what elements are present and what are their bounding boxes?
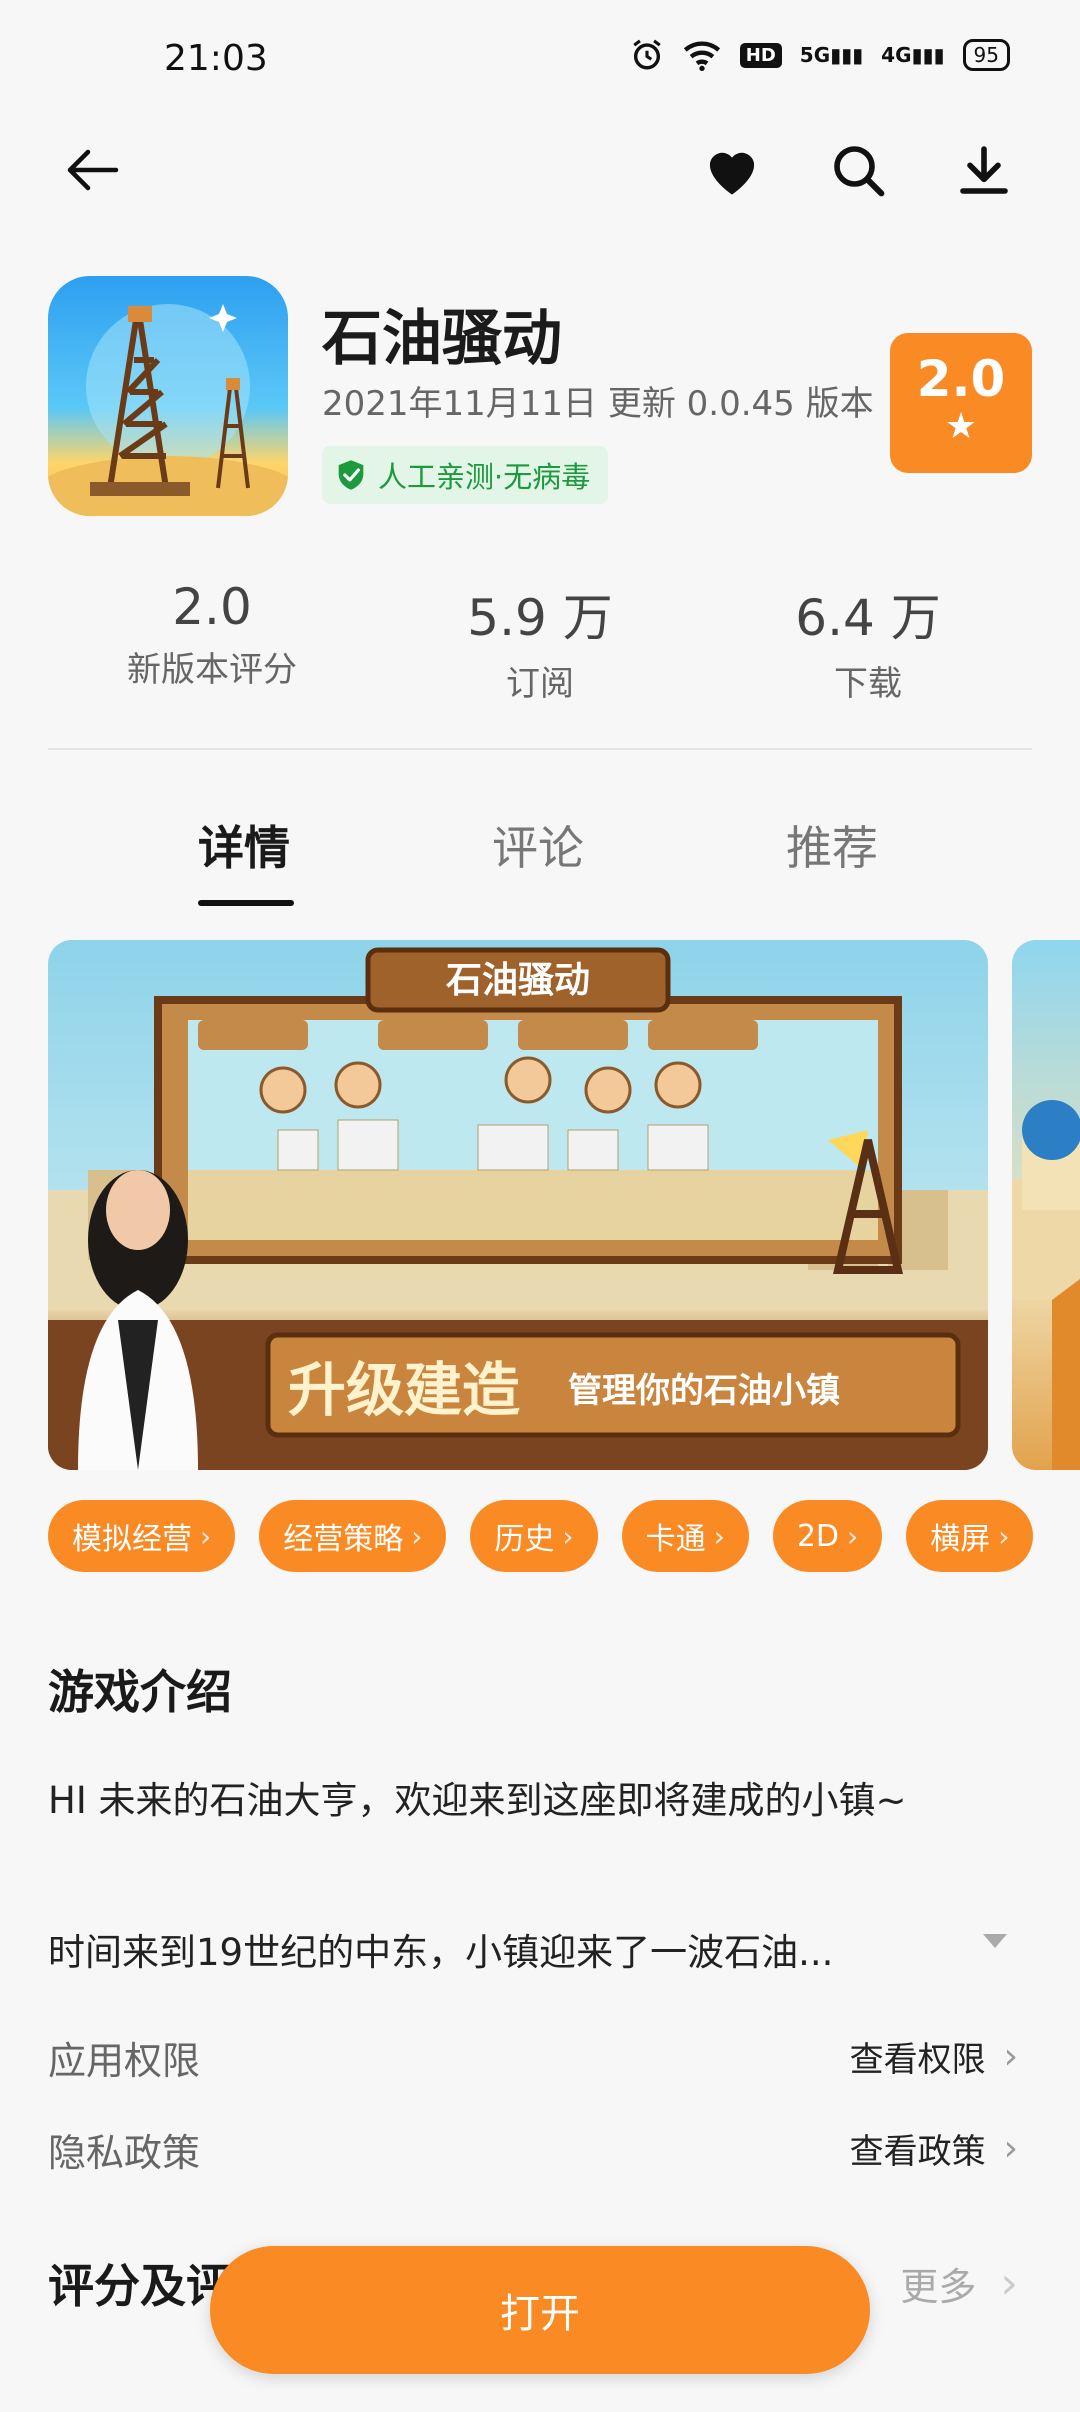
stat-value: 2.0 [172, 578, 252, 636]
tag-cartoon[interactable]: 卡通 › [621, 1500, 749, 1572]
divider [48, 748, 1032, 750]
rating-badge: 2.0 ★ [890, 333, 1032, 473]
hd-icon: HD [739, 42, 782, 68]
chevron-right-icon: › [411, 1519, 423, 1553]
permissions-label: 应用权限 [48, 2039, 201, 2083]
tag-simulation[interactable]: 模拟经营 › [48, 1500, 236, 1572]
shield-check-icon [338, 460, 364, 490]
search-icon [834, 146, 885, 197]
tab-recommend[interactable]: 推荐 [786, 812, 878, 878]
rating-value: 2.0 [916, 350, 1006, 408]
banner-title: 石油骚动 [446, 960, 590, 1001]
stat-value: 6.4 万 [795, 589, 941, 647]
tag-list: 模拟经营 › 经营策略 › 历史 › 卡通 › 2D › 横屏 › [48, 1500, 1034, 1572]
chevron-right-icon: › [1003, 2128, 1018, 2169]
chevron-right-icon: › [200, 1519, 212, 1553]
star-icon: ★ [944, 406, 978, 447]
stat-rating: 2.0 新版本评分 [62, 578, 362, 691]
expand-button[interactable] [980, 1930, 1010, 1956]
view-permissions-label: 查看权限 [849, 2040, 986, 2080]
favorite-button[interactable] [690, 128, 774, 212]
view-privacy-link[interactable]: 查看政策 › [850, 2124, 1018, 2173]
status-icons: HD 5G▮▮▮ 4G▮▮▮ 95 [630, 38, 1010, 72]
open-button[interactable]: 打开 [210, 2246, 870, 2374]
view-permissions-link[interactable]: 查看权限 › [850, 2032, 1018, 2081]
triangle-down-icon [983, 1934, 1007, 1948]
signal-4g-icon: 4G▮▮▮ [881, 43, 945, 67]
screenshot-1[interactable]: 石油骚动 升级建造 管理你的石油小镇 [48, 940, 988, 1470]
banner-slogan-small: 管理你的石油小镇 [568, 1371, 840, 1411]
stat-label: 下载 [834, 664, 902, 704]
stat-label: 新版本评分 [127, 650, 297, 690]
reviews-more-label: 更多 [900, 2265, 977, 2309]
battery-icon: 95 [962, 39, 1010, 71]
app-update-info: 2021年11月11日 更新 0.0.45 版本 [322, 384, 874, 424]
chevron-right-icon: › [713, 1519, 725, 1553]
tag-strategy[interactable]: 经营策略 › [259, 1500, 447, 1572]
tag-landscape[interactable]: 横屏 › [906, 1500, 1034, 1572]
tag-label: 模拟经营 [72, 1522, 192, 1557]
screenshot-2[interactable] [1012, 940, 1080, 1470]
intro-line-2: 时间来到19世纪的中东，小镇迎来了一波石油... [48, 1931, 834, 1974]
back-button[interactable] [50, 128, 134, 212]
privacy-label: 隐私政策 [48, 2131, 201, 2175]
safety-badge-label: 人工亲测·无病毒 [378, 460, 591, 494]
chevron-right-icon: › [847, 1519, 859, 1553]
tag-label: 经营策略 [283, 1522, 404, 1557]
tag-history[interactable]: 历史 › [470, 1500, 598, 1572]
search-button[interactable] [816, 128, 900, 212]
tag-label: 卡通 [645, 1522, 706, 1557]
chevron-right-icon: › [1003, 2036, 1018, 2077]
wifi-icon [683, 41, 720, 71]
banner-slogan-big: 升级建造 [288, 1356, 520, 1424]
stat-subscriptions: 5.9 万 订阅 [390, 578, 690, 705]
chevron-right-icon: › [562, 1519, 574, 1553]
view-privacy-label: 查看政策 [849, 2132, 986, 2172]
tag-label: 历史 [494, 1522, 555, 1557]
tag-label: 2D [796, 1518, 839, 1554]
tab-comments[interactable]: 评论 [492, 812, 584, 878]
signal-4g-label: 4G [881, 43, 912, 67]
chevron-right-icon: › [1000, 2258, 1018, 2309]
back-arrow-icon [67, 149, 119, 191]
intro-title: 游戏介绍 [48, 1665, 232, 1719]
tab-details[interactable]: 详情 [198, 812, 290, 878]
tag-label: 横屏 [930, 1522, 991, 1557]
signal-5g-icon: 5G▮▮▮ [799, 43, 864, 67]
tag-2d[interactable]: 2D › [772, 1500, 883, 1572]
signal-5g-label: 5G [799, 43, 831, 67]
alarm-icon [633, 39, 661, 70]
stat-label: 订阅 [506, 664, 574, 704]
app-title: 石油骚动 [322, 304, 562, 374]
tab-indicator [198, 900, 294, 906]
heart-icon [709, 152, 755, 195]
reviews-more-link[interactable]: 更多 › [900, 2256, 1018, 2311]
app-icon [48, 276, 288, 516]
download-icon [960, 146, 1008, 194]
download-manager-button[interactable] [942, 128, 1026, 212]
status-time: 21:03 [164, 38, 268, 79]
intro-line-1: HI 未来的石油大亨，欢迎来到这座即将建成的小镇~ [48, 1779, 907, 1822]
stat-downloads: 6.4 万 下载 [718, 578, 1018, 705]
safety-badge: 人工亲测·无病毒 [322, 446, 609, 504]
chevron-right-icon: › [998, 1519, 1010, 1553]
stat-value: 5.9 万 [467, 589, 613, 647]
